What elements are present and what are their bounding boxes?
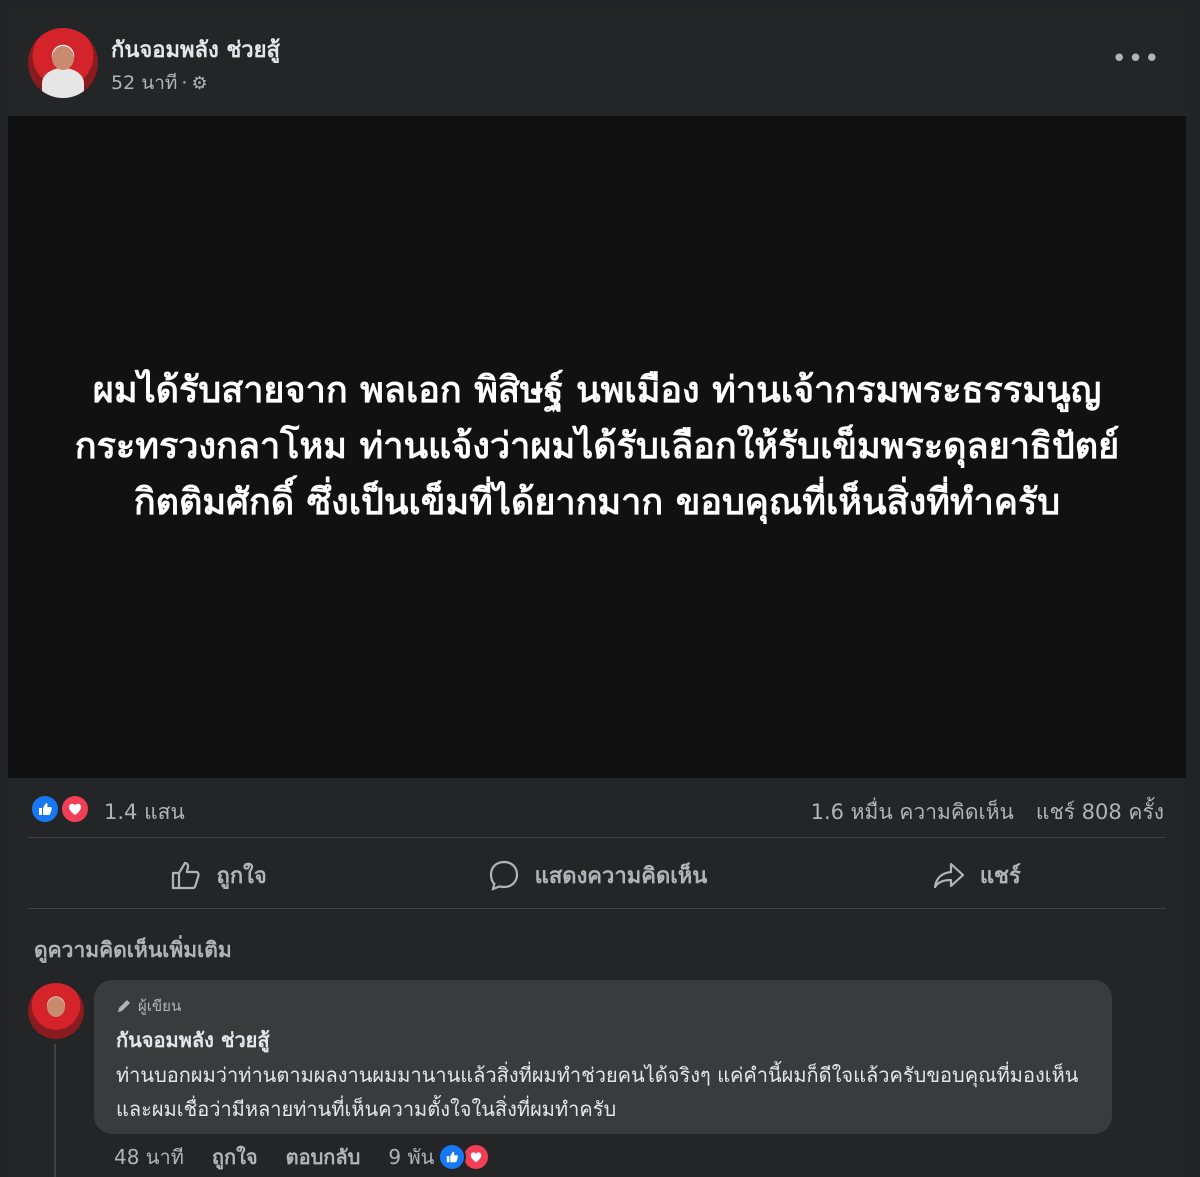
comment-count[interactable]: 1.6 หมื่น ความคิดเห็น (811, 796, 1014, 829)
share-button[interactable]: แชร์ (787, 839, 1166, 911)
love-reaction-icon (60, 794, 90, 824)
comment-reactions[interactable]: 9 พัน (388, 1141, 491, 1173)
view-more-comments-link[interactable]: ดูความคิดเห็นเพิ่มเติม (34, 934, 232, 967)
avatar-face (52, 46, 74, 70)
love-reaction-icon (462, 1143, 491, 1171)
comment-bubble: ผู้เขียน กันจอมพลัง ช่วยสู้ ท่านบอกผมว่า… (94, 980, 1112, 1134)
thumbs-up-icon (171, 861, 200, 890)
reaction-count[interactable]: 1.4 แสน (104, 796, 185, 829)
post-image-text: ผมได้รับสายจาก พลเอก พิสิษฐ์ นพเมือง ท่า… (74, 370, 1120, 523)
avatar-shirt (42, 68, 84, 98)
like-reaction-icon (30, 794, 60, 824)
like-button[interactable]: ถูกใจ (28, 839, 407, 911)
comment-button[interactable]: แสดงความคิดเห็น (407, 839, 786, 911)
share-arrow-icon (933, 862, 964, 889)
comment-bubble-icon (489, 860, 518, 891)
avatar-face (47, 997, 65, 1017)
author-avatar[interactable] (28, 28, 98, 98)
pencil-icon (118, 1000, 130, 1012)
comment-text: ท่านบอกผมว่าท่านตามผลงานผมมานานแล้วสิ่งท… (116, 1063, 1079, 1121)
post-image[interactable]: ผมได้รับสายจาก พลเอก พิสิษฐ์ นพเมือง ท่า… (8, 116, 1186, 778)
like-label: ถูกใจ (216, 863, 267, 889)
divider (28, 908, 1166, 909)
comment-reaction-icons (438, 1143, 491, 1171)
post-actions: ถูกใจ แสดงความคิดเห็น แชร์ (28, 839, 1166, 911)
privacy-gear-icon[interactable]: ⚙ (191, 73, 207, 94)
post-time[interactable]: 52 นาที (111, 68, 177, 98)
post-meta: 52 นาที · ⚙ (111, 68, 208, 98)
author-badge-label: ผู้เขียน (138, 997, 182, 1015)
more-dots-icon: ••• (1111, 44, 1161, 74)
comment-author-name[interactable]: กันจอมพลัง ช่วยสู้ (116, 1024, 270, 1056)
share-count[interactable]: แชร์ 808 ครั้ง (1036, 796, 1164, 829)
comment-thread-line (54, 1044, 56, 1177)
comment-label: แสดงความคิดเห็น (534, 863, 708, 889)
author-badge: ผู้เขียน (116, 994, 181, 1018)
reaction-icons[interactable] (30, 794, 94, 824)
author-name[interactable]: กันจอมพลัง ช่วยสู้ (111, 32, 280, 67)
comment-time[interactable]: 48 นาที (114, 1141, 184, 1173)
comment-reply-button[interactable]: ตอบกลับ (286, 1141, 361, 1173)
comment-reaction-count: 9 พัน (388, 1145, 435, 1169)
comment-meta: 48 นาที ถูกใจ ตอบกลับ 9 พัน (114, 1141, 491, 1173)
comment-like-button[interactable]: ถูกใจ (212, 1141, 258, 1173)
post-card: กันจอมพลัง ช่วยสู้ 52 นาที · ⚙ ••• ผมได้… (8, 8, 1186, 1177)
post-stats: 1.6 หมื่น ความคิดเห็น แชร์ 808 ครั้ง (811, 796, 1164, 829)
reactions-bar: 1.4 แสน 1.6 หมื่น ความคิดเห็น แชร์ 808 ค… (8, 778, 1186, 840)
post-header: กันจอมพลัง ช่วยสู้ 52 นาที · ⚙ ••• (8, 8, 1186, 116)
divider (28, 837, 1166, 838)
more-options-button[interactable]: ••• (1112, 44, 1160, 74)
like-reaction-icon (438, 1143, 467, 1171)
share-label: แชร์ (979, 863, 1021, 889)
meta-separator: · (181, 72, 188, 94)
comment-author-avatar[interactable] (28, 983, 84, 1039)
